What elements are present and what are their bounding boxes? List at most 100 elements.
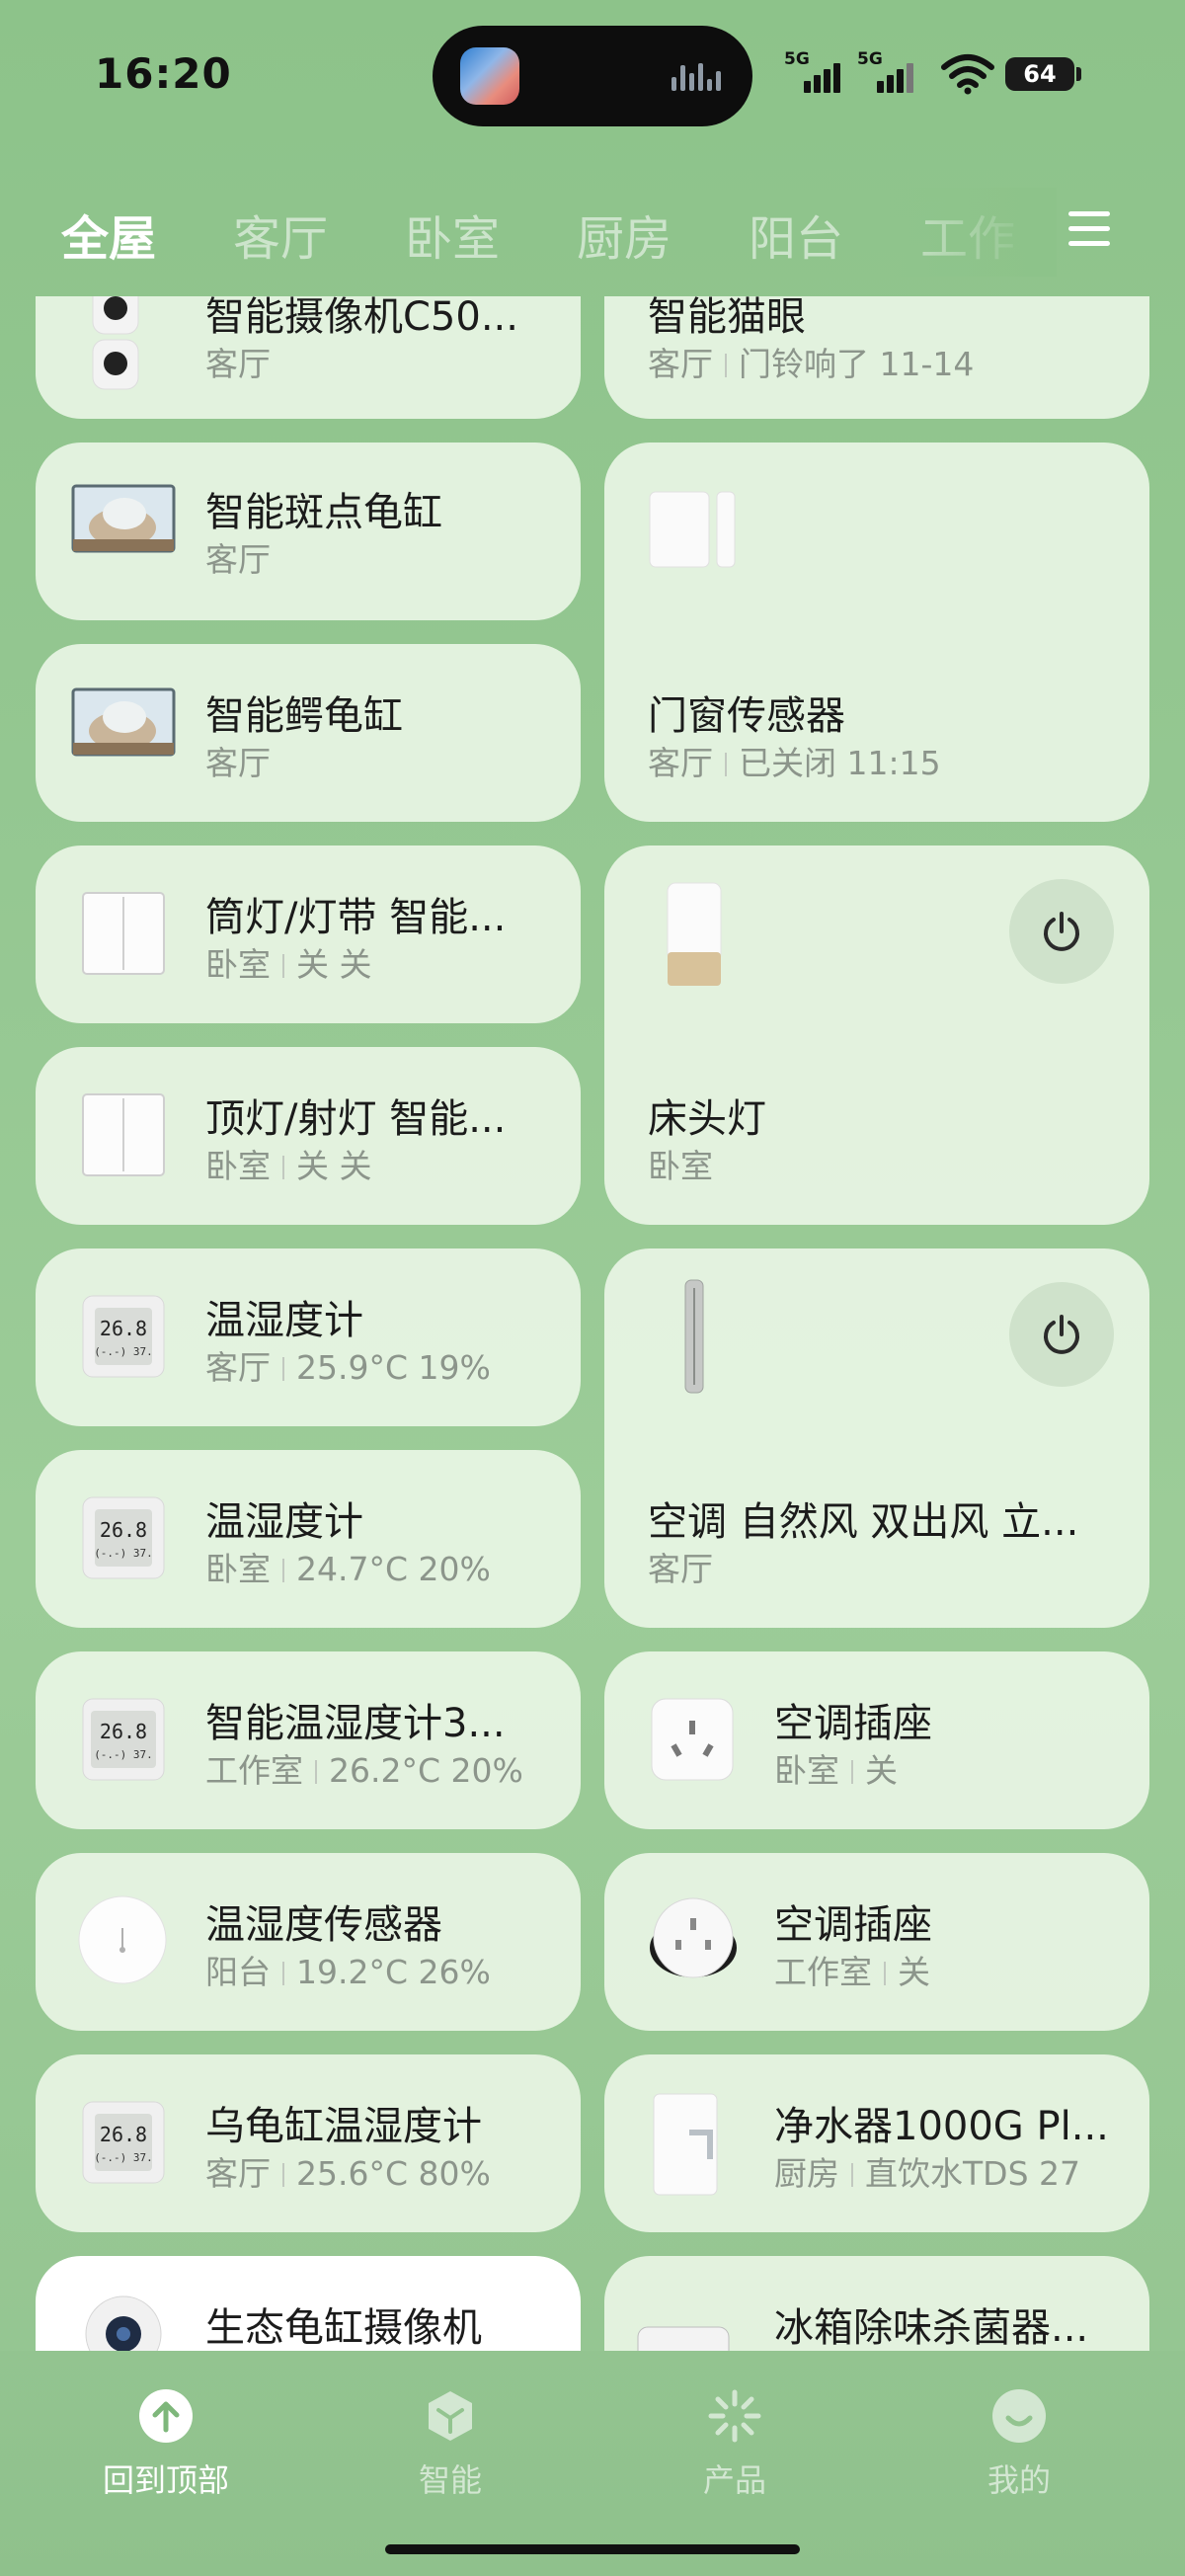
device-status: 客厅 已关闭 11:15 (648, 744, 941, 782)
device-name: 乌龟缸温湿度计 (205, 2104, 482, 2149)
device-card-eco-tank-camera[interactable]: 生态龟缸摄像机 (36, 2256, 581, 2351)
device-card-ac-plug-studio[interactable]: 空调插座 工作室关 (604, 1853, 1149, 2031)
device-status: 卧室 (648, 1147, 713, 1185)
nav-label: 智能 (418, 2461, 482, 2499)
device-name: 冰箱除味杀菌器... (774, 2305, 1089, 2351)
device-card-thermo-hygrometer-bedroom[interactable]: 26.8 (-.-) 37. 温湿度计 卧室 24.7°C 20% (36, 1450, 581, 1628)
svg-text:26.8: 26.8 (100, 1720, 147, 1743)
sparkle-icon (708, 2389, 761, 2443)
room-tabs: 全屋 客厅 卧室 厨房 阳台 工作 (0, 188, 1185, 277)
device-name: 温湿度计 (205, 1499, 363, 1545)
dynamic-island[interactable] (433, 26, 752, 126)
device-status: 客厅 (205, 744, 271, 782)
aquarium-icon (71, 484, 176, 553)
deodorizer-icon (637, 2326, 730, 2351)
device-card-bedside-lamp[interactable]: 床头灯 卧室 (604, 845, 1149, 1225)
device-status: 卧室关 关 (205, 945, 372, 984)
device-name: 生态龟缸摄像机 (205, 2305, 482, 2351)
device-card-snapping-turtle-tank[interactable]: 智能鳄龟缸 客厅 (36, 644, 581, 822)
device-card-ceiling-light-switch[interactable]: 顶灯/射灯 智能... 卧室关 关 (36, 1047, 581, 1225)
device-card-fridge-deodorizer[interactable]: 冰箱除味杀菌器... (604, 2256, 1149, 2351)
status-time: 16:20 (95, 49, 232, 98)
camera-icon (85, 2295, 162, 2351)
camera-icon (92, 296, 139, 390)
device-status: 阳台 19.2°C 26% (205, 1953, 491, 1991)
media-thumbnail-icon (460, 47, 519, 105)
standing-ac-icon (684, 1279, 704, 1394)
device-name: 空调 自然风 双出风 立... (648, 1499, 1079, 1545)
svg-text:(-.-) 37.: (-.-) 37. (94, 2151, 153, 2164)
device-name: 智能温湿度计3... (205, 1701, 506, 1746)
status-bar: 16:20 5G 5G 64 (0, 0, 1185, 148)
device-status: 客厅 25.9°C 19% (205, 1348, 491, 1387)
device-card-turtle-tank-hygrometer[interactable]: 26.8 (-.-) 37. 乌龟缸温湿度计 客厅 25.6°C 80% (36, 2054, 581, 2232)
device-card-door-window-sensor[interactable]: 门窗传感器 客厅 已关闭 11:15 (604, 443, 1149, 822)
device-card-downlight-switch[interactable]: 筒灯/灯带 智能... 卧室关 关 (36, 845, 581, 1023)
wall-switch-icon (82, 892, 165, 975)
device-name: 床头灯 (648, 1096, 766, 1142)
smart-plug-icon (651, 1698, 734, 1781)
round-sensor-icon (78, 1895, 167, 1984)
nav-smart[interactable]: 智能 (352, 2388, 549, 2507)
tab-bedroom[interactable]: 卧室 (405, 200, 500, 269)
device-name: 温湿度计 (205, 1298, 363, 1343)
power-icon (1044, 1315, 1079, 1354)
device-status: 工作室 26.2°C 20% (205, 1751, 523, 1790)
thermometer-display-icon: 26.8 (-.-) 37. (82, 1698, 165, 1781)
power-button[interactable] (1009, 1282, 1114, 1387)
device-name: 空调插座 (774, 1701, 932, 1746)
device-status: 客厅 (648, 1550, 713, 1588)
nav-label: 产品 (702, 2461, 766, 2499)
bedside-lamp-icon (667, 882, 722, 986)
nav-mine[interactable]: 我的 (920, 2388, 1118, 2507)
device-card-smart-peephole[interactable]: 智能猫眼 客厅 门铃响了 11-14 (604, 296, 1149, 419)
device-card-air-conditioner[interactable]: 空调 自然风 双出风 立... 客厅 (604, 1248, 1149, 1628)
device-name: 空调插座 (774, 1902, 932, 1948)
tab-all[interactable]: 全屋 (61, 200, 156, 269)
thermometer-display-icon: 26.8 (-.-) 37. (82, 1295, 165, 1378)
device-status: 客厅 (205, 345, 271, 383)
device-card-spotted-turtle-tank[interactable]: 智能斑点龟缸 客厅 (36, 443, 581, 620)
door-sensor-icon (649, 491, 736, 568)
cellular-signal-icon: 5G (784, 49, 853, 93)
bottom-nav: 回到顶部 智能 产品 我的 (0, 2351, 1185, 2576)
smile-icon (992, 2389, 1046, 2443)
device-name: 智能鳄龟缸 (205, 693, 403, 739)
wall-switch-icon (82, 1093, 165, 1176)
device-status: 厨房 直饮水TDS 27 (774, 2154, 1080, 2193)
device-card-water-purifier[interactable]: 净水器1000G Pl... 厨房 直饮水TDS 27 (604, 2054, 1149, 2232)
thermometer-display-icon: 26.8 (-.-) 37. (82, 2101, 165, 2184)
tab-kitchen[interactable]: 厨房 (577, 200, 672, 269)
wifi-icon (941, 54, 994, 95)
hexagon-icon (429, 2391, 472, 2441)
svg-text:(-.-) 37.: (-.-) 37. (94, 1345, 153, 1358)
device-card-temp-humidity-sensor[interactable]: 温湿度传感器 阳台 19.2°C 26% (36, 1853, 581, 2031)
nav-products[interactable]: 产品 (636, 2388, 833, 2507)
nav-back-to-top[interactable]: 回到顶部 (67, 2388, 265, 2507)
device-name: 净水器1000G Pl... (774, 2104, 1109, 2149)
device-status: 卧室关 关 (205, 1147, 372, 1185)
home-indicator[interactable] (385, 2544, 800, 2554)
device-name: 筒灯/灯带 智能... (205, 895, 507, 940)
power-button[interactable] (1009, 879, 1114, 984)
audio-wave-icon (672, 63, 721, 91)
tab-fade (889, 188, 1057, 277)
tab-living-room[interactable]: 客厅 (233, 200, 328, 269)
device-name: 门窗传感器 (648, 693, 845, 739)
arrow-up-icon (139, 2389, 193, 2443)
svg-text:26.8: 26.8 (100, 1518, 147, 1542)
tab-balcony[interactable]: 阳台 (749, 200, 843, 269)
smart-plug-icon (650, 1897, 737, 1978)
menu-icon[interactable] (1068, 209, 1112, 249)
device-name: 智能斑点龟缸 (205, 490, 442, 535)
device-status: 工作室关 (774, 1953, 930, 1991)
device-card-camera[interactable]: 智能摄像机C50... 客厅 (36, 296, 581, 419)
device-status: 卧室 24.7°C 20% (205, 1550, 491, 1588)
device-name: 智能摄像机C50... (205, 296, 518, 340)
cellular-signal-icon: 5G (857, 49, 926, 93)
aquarium-icon (71, 687, 176, 757)
device-card-smart-thermo-hygrometer-3[interactable]: 26.8 (-.-) 37. 智能温湿度计3... 工作室 26.2°C 20% (36, 1651, 581, 1829)
device-name: 顶灯/射灯 智能... (205, 1096, 507, 1142)
device-card-ac-plug-bedroom[interactable]: 空调插座 卧室关 (604, 1651, 1149, 1829)
device-card-thermo-hygrometer-living[interactable]: 26.8 (-.-) 37. 温湿度计 客厅 25.9°C 19% (36, 1248, 581, 1426)
